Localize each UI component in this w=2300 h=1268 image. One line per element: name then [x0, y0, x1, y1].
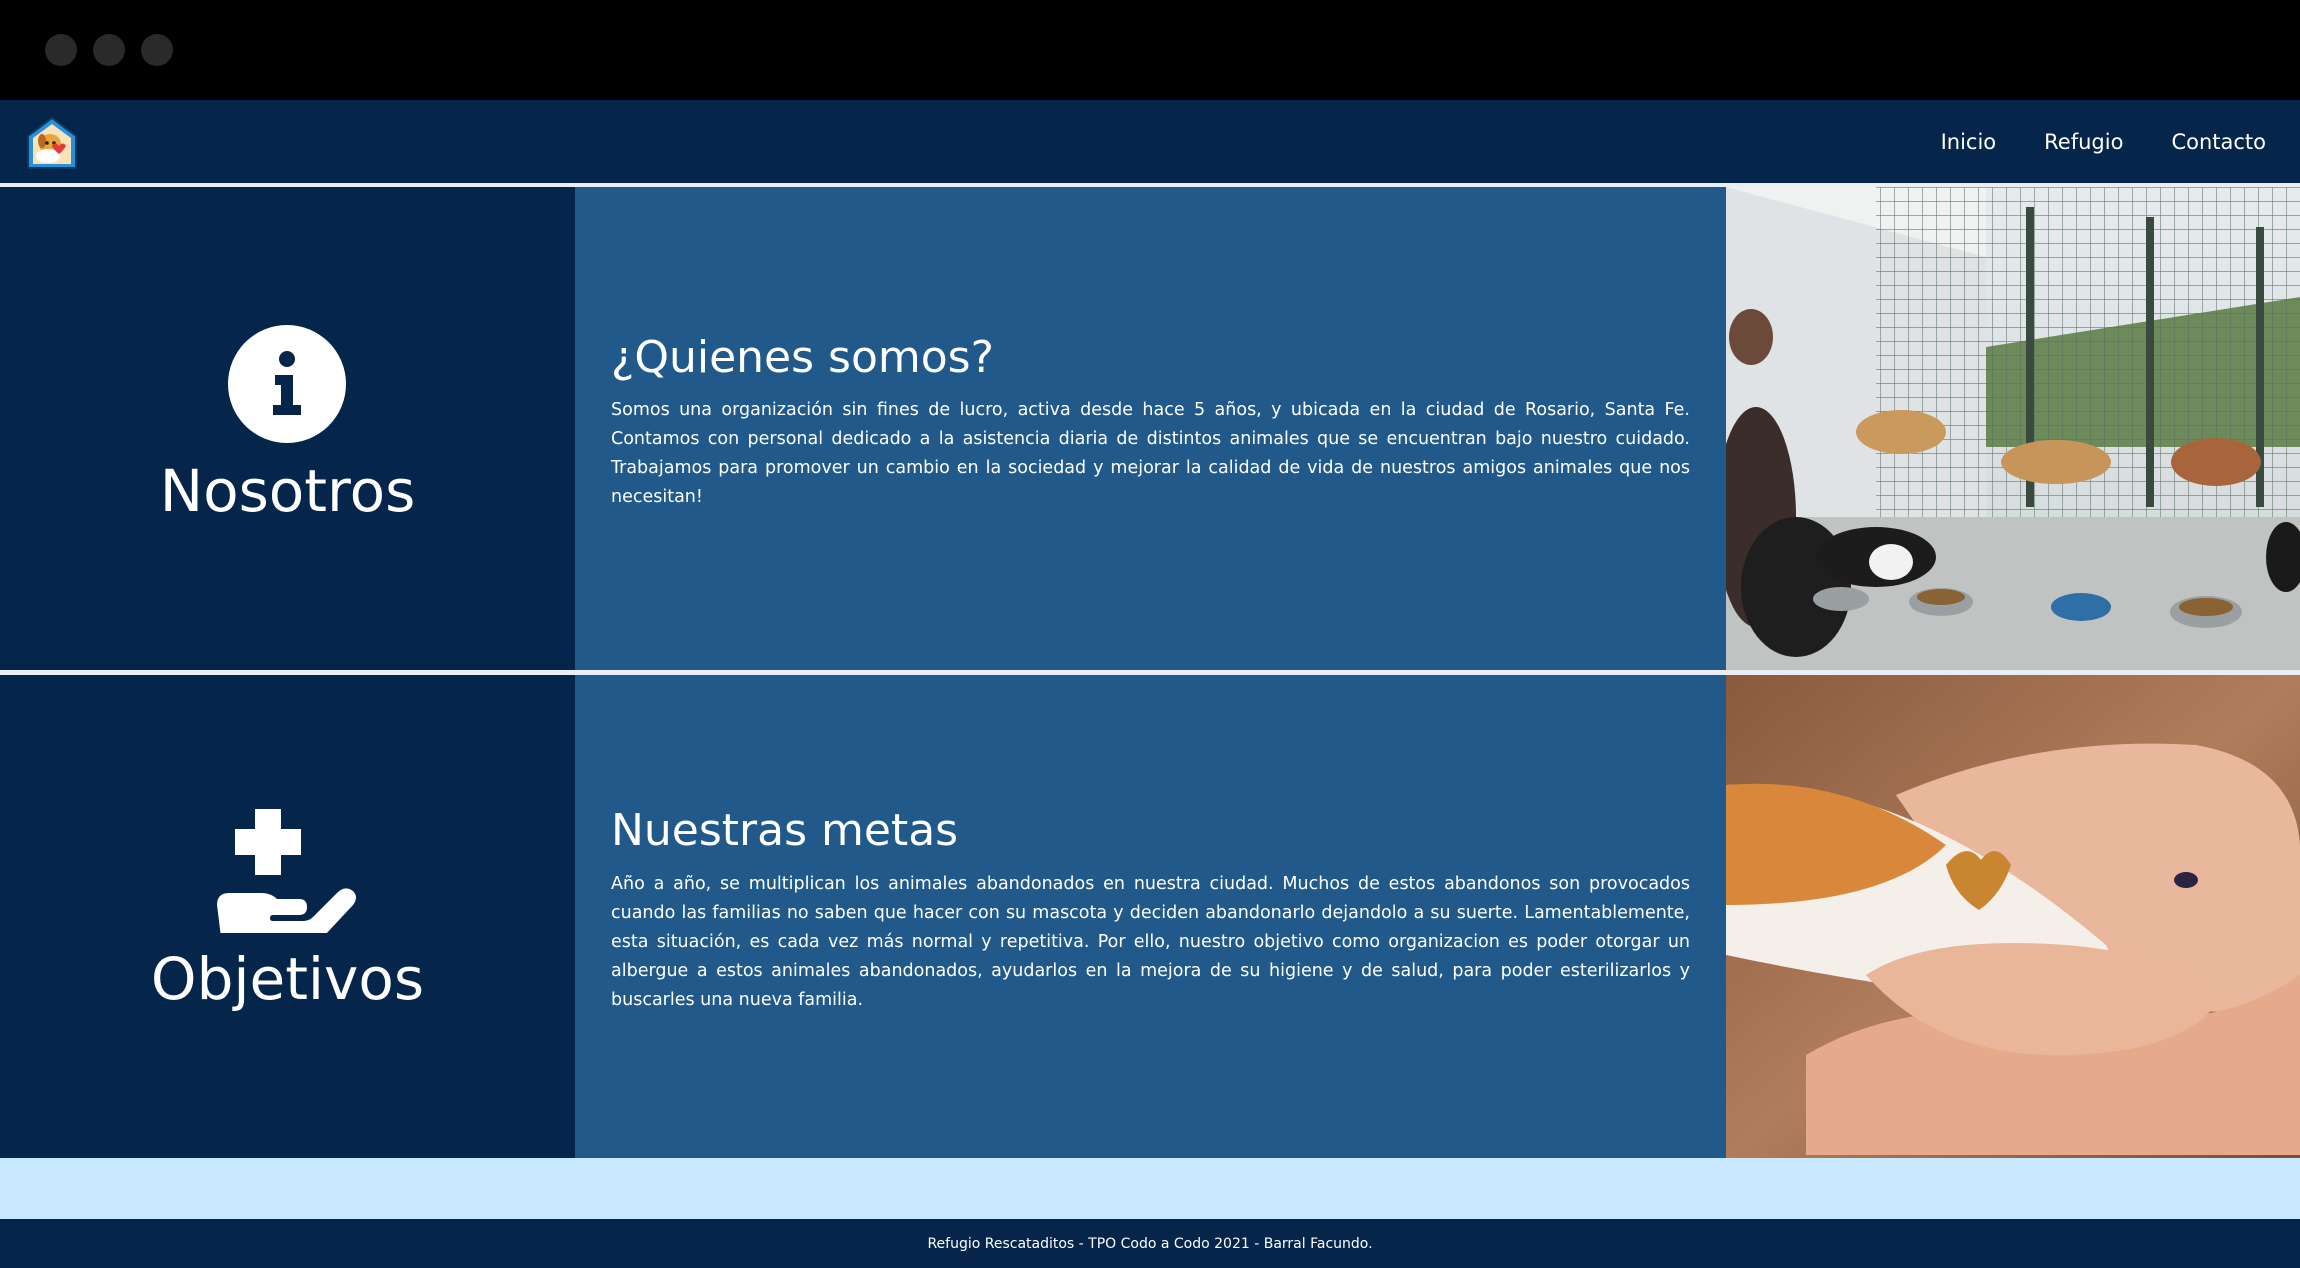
footer-text: Refugio Rescataditos - TPO Codo a Codo 2…	[927, 1235, 1373, 1252]
logo-icon[interactable]	[26, 116, 78, 170]
section-title: ¿Quienes somos?	[611, 332, 994, 383]
light-band	[0, 1158, 2300, 1219]
side-label: Objetivos	[150, 945, 425, 1013]
window-minimize-button[interactable]	[93, 34, 125, 66]
content-panel: ¿Quienes somos? Somos una organización s…	[575, 187, 1726, 670]
hands-holding-paw-photo	[1726, 675, 2300, 1158]
hand-holding-medical-icon	[217, 809, 356, 933]
window-maximize-button[interactable]	[141, 34, 173, 66]
side-panel-objetivos: Objetivos	[0, 675, 575, 1158]
section-text: Somos una organización sin fines de lucr…	[611, 400, 1690, 507]
info-circle-icon	[228, 325, 346, 443]
navbar: Inicio Refugio Contacto	[0, 100, 2300, 183]
nav-link-inicio[interactable]: Inicio	[1941, 130, 1997, 154]
footer: Refugio Rescataditos - TPO Codo a Codo 2…	[0, 1219, 2300, 1268]
nav-link-contacto[interactable]: Contacto	[2171, 130, 2266, 154]
nav-links: Inicio Refugio Contacto	[1941, 100, 2266, 183]
section-title: Nuestras metas	[611, 805, 959, 856]
content-panel: Nuestras metas Año a año, se multiplican…	[575, 675, 1726, 1158]
window-close-button[interactable]	[45, 34, 77, 66]
section-nosotros: Nosotros ¿Quienes somos? Somos una organ…	[0, 187, 2300, 670]
side-label: Nosotros	[159, 457, 416, 525]
nav-link-refugio[interactable]: Refugio	[2044, 130, 2123, 154]
side-panel-nosotros: Nosotros	[0, 187, 575, 670]
section-text: Año a año, se multiplican los animales a…	[611, 874, 1690, 1010]
shelter-dogs-photo	[1726, 187, 2300, 670]
window-titlebar	[0, 0, 2300, 100]
section-objetivos: Objetivos Nuestras metas Año a año, se m…	[0, 675, 2300, 1158]
